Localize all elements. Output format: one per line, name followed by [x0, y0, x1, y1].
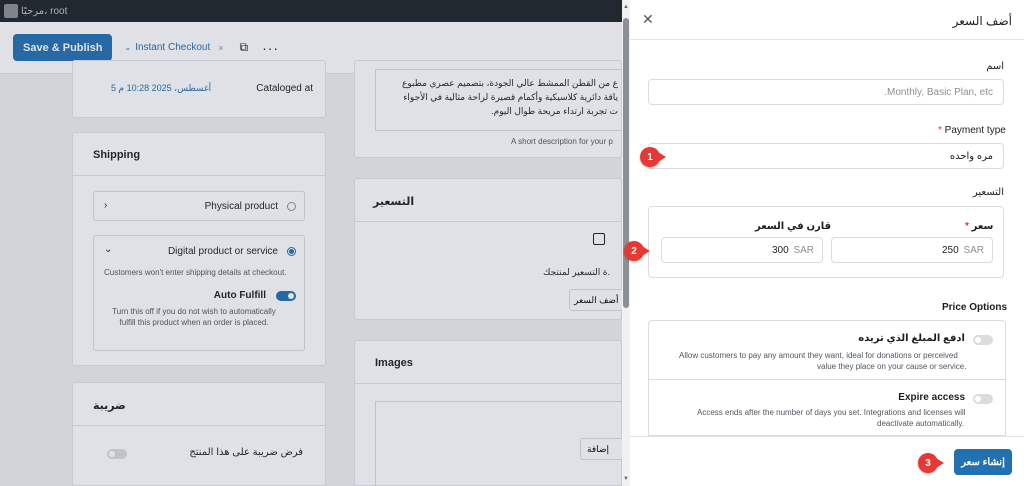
compare-price-value: 300: [772, 245, 789, 256]
payment-type-select[interactable]: مره واحده: [648, 143, 1004, 169]
pointer-arrow-icon: [658, 152, 666, 162]
scroll-down-icon[interactable]: ▼: [623, 476, 629, 482]
price-field-label: * سعر: [965, 221, 994, 232]
payment-type-value: مره واحده: [949, 151, 993, 162]
step-marker-3: 3: [918, 453, 944, 473]
compare-currency: SAR: [793, 245, 814, 256]
drawer-header: ✕ أضف السعر: [630, 0, 1024, 40]
price-label-text: سعر: [971, 221, 994, 232]
price-box: * سعر قارن في السعر 300 SAR 250 SAR: [648, 206, 1004, 278]
payment-type-label: * Payment type: [938, 125, 1006, 136]
modal-backdrop[interactable]: [0, 0, 622, 486]
compare-price-input[interactable]: 300 SAR: [661, 237, 823, 263]
expire-access-label: Expire access: [898, 392, 965, 403]
pointer-arrow-icon: [936, 458, 944, 468]
scroll-up-icon[interactable]: ▲: [623, 4, 629, 10]
expire-access-option: Expire access Access ends after the numb…: [648, 380, 1006, 436]
pay-what-you-want-label: ادفع المبلغ الذي تريده: [858, 333, 965, 344]
price-value: 250: [942, 245, 959, 256]
pricing-label: التسعير: [972, 187, 1004, 198]
scrollbar-thumb[interactable]: [623, 18, 629, 308]
create-price-button[interactable]: إنشاء سعر: [954, 449, 1012, 475]
price-input[interactable]: 250 SAR: [831, 237, 993, 263]
expire-access-help-2: deactivate automatically.: [877, 419, 965, 428]
pay-what-you-want-toggle[interactable]: [973, 335, 993, 345]
pay-what-you-want-option: ادفع المبلغ الذي تريده Allow customers t…: [648, 320, 1006, 380]
pay-what-you-want-help-2: value they place on your cause or servic…: [817, 362, 967, 371]
payment-type-label-text: Payment type: [944, 125, 1006, 136]
expire-access-help-1: Access ends after the number of days you…: [697, 408, 966, 417]
name-placeholder: Monthly, Basic Plan, etc.: [884, 87, 993, 98]
compare-price-label: قارن في السعر: [755, 221, 832, 232]
step-marker-1: 1: [640, 147, 666, 167]
price-options-title: Price Options: [942, 302, 1008, 313]
step-number: 3: [918, 453, 938, 473]
drawer-title: أضف السعر: [952, 14, 1012, 28]
price-currency: SAR: [963, 245, 984, 256]
pay-what-you-want-help-1: Allow customers to pay any amount they w…: [679, 351, 958, 360]
pointer-arrow-icon: [642, 246, 650, 256]
step-number: 1: [640, 147, 660, 167]
step-number: 2: [624, 241, 644, 261]
name-input[interactable]: Monthly, Basic Plan, etc.: [648, 79, 1004, 105]
name-label: اسم: [986, 61, 1004, 72]
step-marker-2: 2: [624, 241, 650, 261]
close-icon[interactable]: ✕: [642, 11, 654, 28]
expire-access-toggle[interactable]: [973, 394, 993, 404]
